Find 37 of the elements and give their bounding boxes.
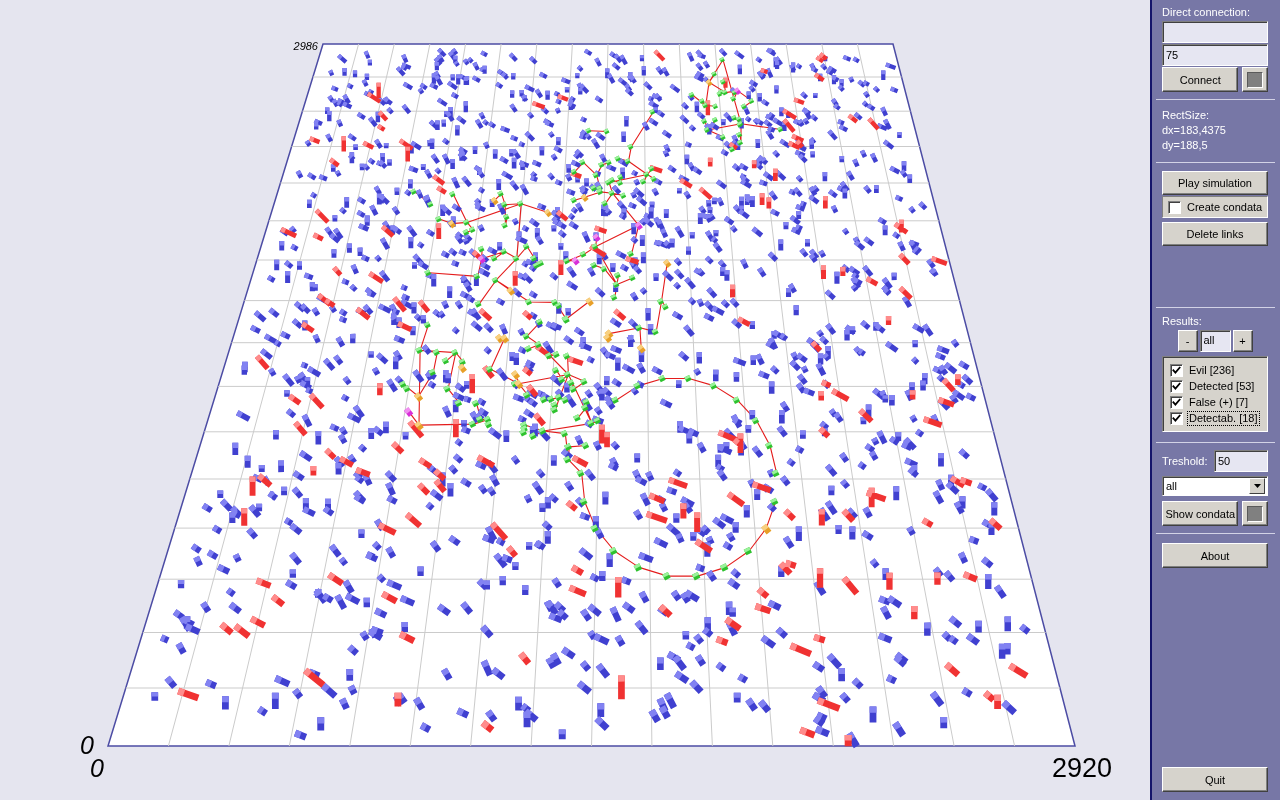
- color-button[interactable]: [1242, 67, 1268, 92]
- color-button[interactable]: [1242, 501, 1268, 526]
- axis-label: 2986: [293, 40, 318, 52]
- decrement-button[interactable]: -: [1177, 330, 1198, 352]
- section-label: Results:: [1162, 314, 1202, 328]
- checkbox[interactable]: [1170, 395, 1183, 409]
- checkbox[interactable]: [1170, 411, 1183, 425]
- quit-button[interactable]: Quit: [1162, 767, 1268, 792]
- about-button[interactable]: About: [1162, 543, 1268, 568]
- action-button[interactable]: Play simulation: [1162, 171, 1268, 195]
- show-condata-button[interactable]: Show condata: [1162, 501, 1239, 526]
- increment-button[interactable]: +: [1232, 330, 1253, 352]
- checkbox-label[interactable]: Detectab. [18]: [1187, 410, 1260, 426]
- port-field[interactable]: 75: [1162, 44, 1268, 66]
- threshold-field[interactable]: 50: [1214, 450, 1268, 472]
- checkbox-label[interactable]: Detected [53]: [1187, 378, 1257, 394]
- checkbox-label[interactable]: Evil [236]: [1187, 362, 1237, 378]
- dropdown-button[interactable]: [1249, 478, 1265, 494]
- mode-dropdown[interactable]: all: [1162, 476, 1268, 496]
- connect-button[interactable]: Connect: [1162, 67, 1239, 92]
- axis-label: 2920: [1051, 753, 1112, 783]
- section-label: Direct connection:: [1162, 5, 1251, 19]
- checkbox[interactable]: [1170, 363, 1183, 377]
- rect-size-value: dx=183,4375: [1162, 123, 1226, 138]
- section-label: RectSize:: [1162, 108, 1210, 123]
- caret-down-icon: [1253, 484, 1261, 488]
- checkbox[interactable]: [1168, 200, 1181, 214]
- checkbox-label[interactable]: False (+) [7]: [1187, 394, 1250, 410]
- filter-field[interactable]: all: [1199, 330, 1231, 352]
- rect-size-value: dy=188,5: [1162, 138, 1208, 153]
- square-icon: [1247, 71, 1264, 88]
- checkbox-toggle[interactable]: Create condata: [1162, 196, 1268, 218]
- action-button[interactable]: Delete links: [1162, 222, 1268, 246]
- checkbox[interactable]: [1170, 379, 1183, 393]
- threshold-label: Treshold:: [1162, 454, 1208, 468]
- host-field[interactable]: [1162, 21, 1268, 43]
- square-icon: [1247, 505, 1264, 522]
